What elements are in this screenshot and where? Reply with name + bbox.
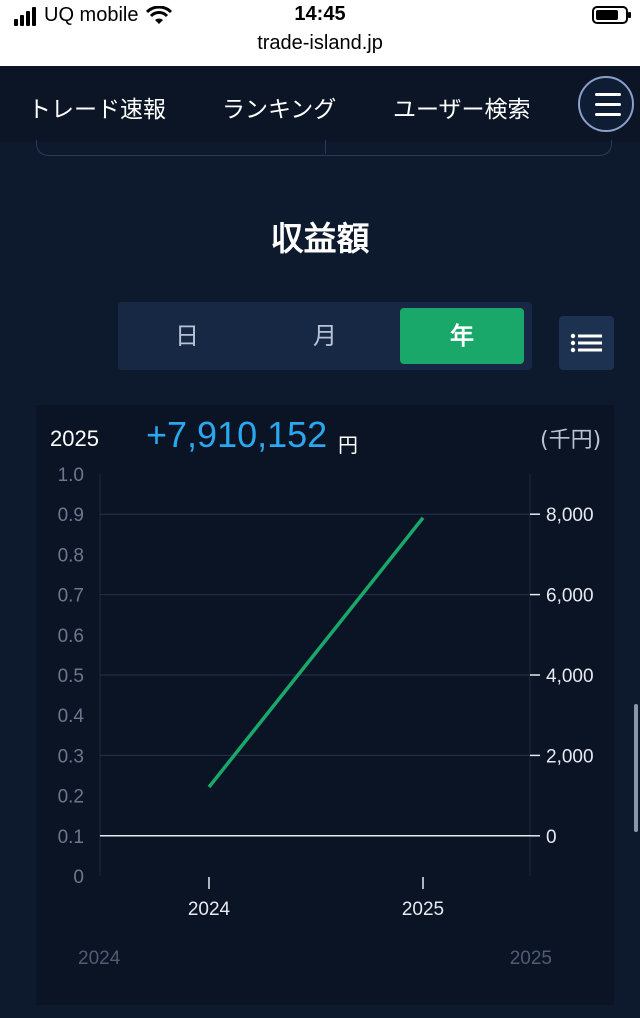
top-navigation: トレード速報 ランキング ユーザー検索 xyxy=(0,66,640,142)
nav-item-user-search[interactable]: ユーザー検索 xyxy=(393,90,531,124)
scrollbar[interactable] xyxy=(634,704,638,832)
tab-year[interactable]: 年 xyxy=(400,308,524,364)
menu-button[interactable] xyxy=(578,76,634,132)
profit-amount: +7,910,152 xyxy=(146,414,328,455)
previous-card-edge xyxy=(36,140,612,156)
period-selector: 日 月 年 xyxy=(118,302,532,370)
clock: 14:45 xyxy=(294,3,346,25)
list-view-button[interactable] xyxy=(559,316,614,370)
list-icon xyxy=(570,333,602,353)
battery-icon xyxy=(592,6,631,24)
selected-year: 2025 xyxy=(50,426,99,451)
hamburger-icon xyxy=(595,93,621,96)
browser-status-bar: UQ mobile 14:45 trade-island.jp xyxy=(0,0,640,66)
tab-day[interactable]: 日 xyxy=(118,302,256,370)
nav-item-trade-news[interactable]: トレード速報 xyxy=(28,90,166,124)
profit-chart-card xyxy=(36,405,614,1005)
tab-month[interactable]: 月 xyxy=(256,302,394,370)
address-bar[interactable]: trade-island.jp xyxy=(0,32,640,55)
currency-label: 円 xyxy=(338,433,358,457)
unit-label: (千円) xyxy=(540,428,602,453)
section-title: 収益額 xyxy=(270,219,370,258)
nav-item-ranking[interactable]: ランキング xyxy=(222,90,336,124)
